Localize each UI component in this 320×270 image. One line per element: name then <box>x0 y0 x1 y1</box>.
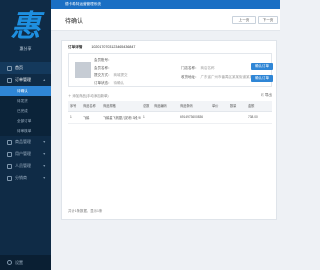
chevron-down-icon: ▼ <box>42 152 46 156</box>
home-icon <box>7 65 12 71</box>
table-header-row: 序号 商品名称 商品规格 总数 商品编码 商品条码 单价 数量 金额 <box>68 101 272 112</box>
logo-mark-icon: 惠 <box>10 9 41 44</box>
confirm-order-button[interactable]: 确认订单 <box>251 75 273 82</box>
sidebar-nav: 首页 订单管理 ▲ 待确认 待发货 已完成 全部订单 待审核单 商品管理 ▼ 用… <box>0 62 51 184</box>
sidebar-item-staff[interactable]: 人员管理 ▼ <box>0 160 51 172</box>
column-header[interactable]: 商品规格 <box>101 101 141 112</box>
box-icon <box>7 139 12 145</box>
list-icon <box>7 77 12 83</box>
logo: 惠 惠分享 <box>0 10 51 52</box>
info-label: 会员账号： <box>94 58 112 62</box>
sidebar-item-orders[interactable]: 订单管理 ▲ <box>0 74 51 86</box>
column-header[interactable]: 总数 <box>141 101 152 112</box>
sidebar-item-label: 设置 <box>15 259 23 265</box>
sidebar-subitem-all-orders[interactable]: 全部订单 <box>0 116 51 126</box>
column-header[interactable]: 数量 <box>228 101 246 112</box>
sidebar-item-products[interactable]: 商品管理 ▼ <box>0 136 51 148</box>
info-value: 待确认 <box>113 80 125 85</box>
logo-text: 惠分享 <box>19 46 32 51</box>
column-header[interactable]: 商品条码 <box>178 101 210 112</box>
table-cell <box>228 111 246 124</box>
column-header[interactable]: 商品名称 <box>81 101 101 112</box>
order-info-box: 会员账号： 会员名称： 提交方式： 商城提交 订单状态： 待确认 门店名称： 商店名称… <box>68 53 273 88</box>
sidebar-item-label: 用户管理 <box>15 151 31 156</box>
chevron-up-icon: ▲ <box>42 78 46 82</box>
add-product-link[interactable]: ＋ 添加商品(手动添加新单) <box>68 93 109 98</box>
sidebar-item-label: 订单管理 <box>15 77 31 82</box>
member-info: 会员账号： 会员名称： 提交方式： 商城提交 订单状态： 待确认 <box>94 58 128 88</box>
sidebar-item-label: 商品管理 <box>15 139 31 144</box>
sidebar-item-distributors[interactable]: 分销商 ▼ <box>0 172 51 184</box>
prev-page-button[interactable]: 上一页 <box>232 16 256 24</box>
member-name-row: 会员名称： <box>94 66 128 74</box>
page-header: 待确认 上一页 下一页 <box>51 9 280 31</box>
info-label: 会员名称： <box>94 65 112 70</box>
user-icon <box>7 151 12 157</box>
export-button[interactable]: ⎘ 导出 <box>261 93 272 98</box>
gear-icon <box>7 260 12 265</box>
order-items-table: 序号 商品名称 商品规格 总数 商品编码 商品条码 单价 数量 金额 1 飞鹤 … <box>68 101 272 124</box>
top-bar: 德卡希特运营管理系统 <box>51 0 280 9</box>
order-status-row: 订单状态： 待确认 <box>94 81 128 89</box>
confirm-order-button[interactable]: 确认订单 <box>251 63 273 70</box>
chevron-down-icon: ▼ <box>42 164 46 168</box>
sidebar-subitem-completed[interactable]: 已完成 <box>0 106 51 116</box>
table-cell <box>210 111 228 124</box>
app-title: 德卡希特运营管理系统 <box>65 2 101 6</box>
sidebar-item-label: 首页 <box>15 65 23 70</box>
table-cell: 6914973600836 <box>178 111 210 124</box>
info-label: 订单状态： <box>94 80 112 85</box>
table-row[interactable]: 1 飞鹤 飞鹤星飞帆婴儿奶粉 3段 900g 1 6914973600836 7… <box>68 111 272 124</box>
submit-method-row: 提交方式： 商城提交 <box>94 73 128 81</box>
order-number: 1020170703123465436847 <box>91 45 136 49</box>
sidebar: 惠 惠分享 首页 订单管理 ▲ 待确认 待发货 已完成 全部订单 待审核单 商品… <box>0 0 51 270</box>
column-header[interactable]: 单价 <box>210 101 228 112</box>
chevron-down-icon: ▼ <box>42 176 46 180</box>
people-icon <box>7 163 12 169</box>
order-label: 订单详情 <box>68 45 83 49</box>
order-number-line: 订单详情 1020170703123465436847 <box>68 45 135 50</box>
sidebar-subitem-pending-ship[interactable]: 待发货 <box>0 96 51 106</box>
info-value: 商城提交 <box>113 73 128 77</box>
sidebar-item-users[interactable]: 用户管理 ▼ <box>0 148 51 160</box>
info-value: 商店名称 <box>200 66 215 70</box>
table-cell: 738.00 <box>246 111 272 124</box>
member-account-row: 会员账号： <box>94 58 128 66</box>
sidebar-item-settings[interactable]: 设置 <box>0 255 51 270</box>
table-footer-note: 共计1条数据，显示1条 <box>68 209 103 213</box>
info-label: 提交方式： <box>94 73 112 77</box>
column-header[interactable]: 金额 <box>246 101 272 112</box>
sidebar-subitem-pending-confirm[interactable]: 待确认 <box>0 86 51 96</box>
table-toolbar: ＋ 添加商品(手动添加新单) ⎘ 导出 <box>68 92 272 100</box>
table-cell: 飞鹤星飞帆婴儿奶粉 3段 900g <box>101 111 141 124</box>
table-cell: 飞鹤 <box>81 111 101 124</box>
next-page-button[interactable]: 下一页 <box>258 16 278 24</box>
column-header[interactable]: 序号 <box>68 101 81 112</box>
order-panel: 订单详情 1020170703123465436847 会员账号： 会员名称： … <box>61 40 277 220</box>
export-label: 导出 <box>264 93 272 97</box>
page-title: 待确认 <box>65 19 84 25</box>
info-label: 门店名称： <box>181 66 199 70</box>
sidebar-item-label: 分销商 <box>15 175 27 180</box>
chevron-down-icon: ▼ <box>42 140 46 144</box>
sidebar-subitem-pending-review[interactable]: 待审核单 <box>0 126 51 136</box>
table-cell <box>152 111 178 124</box>
sidebar-submenu: 待确认 待发货 已完成 全部订单 待审核单 <box>0 86 51 136</box>
column-header[interactable]: 商品编码 <box>152 101 178 112</box>
main-content: 订单详情 1020170703123465436847 会员账号： 会员名称： … <box>51 31 280 270</box>
sidebar-item-home[interactable]: 首页 <box>0 62 51 74</box>
add-product-label: 添加商品(手动添加新单) <box>72 94 109 98</box>
sidebar-item-label: 人员管理 <box>15 163 31 168</box>
info-label: 收货地址： <box>181 75 199 79</box>
avatar <box>75 62 91 78</box>
table-cell: 1 <box>141 111 152 124</box>
table-cell: 1 <box>68 111 81 124</box>
share-icon <box>7 175 12 181</box>
